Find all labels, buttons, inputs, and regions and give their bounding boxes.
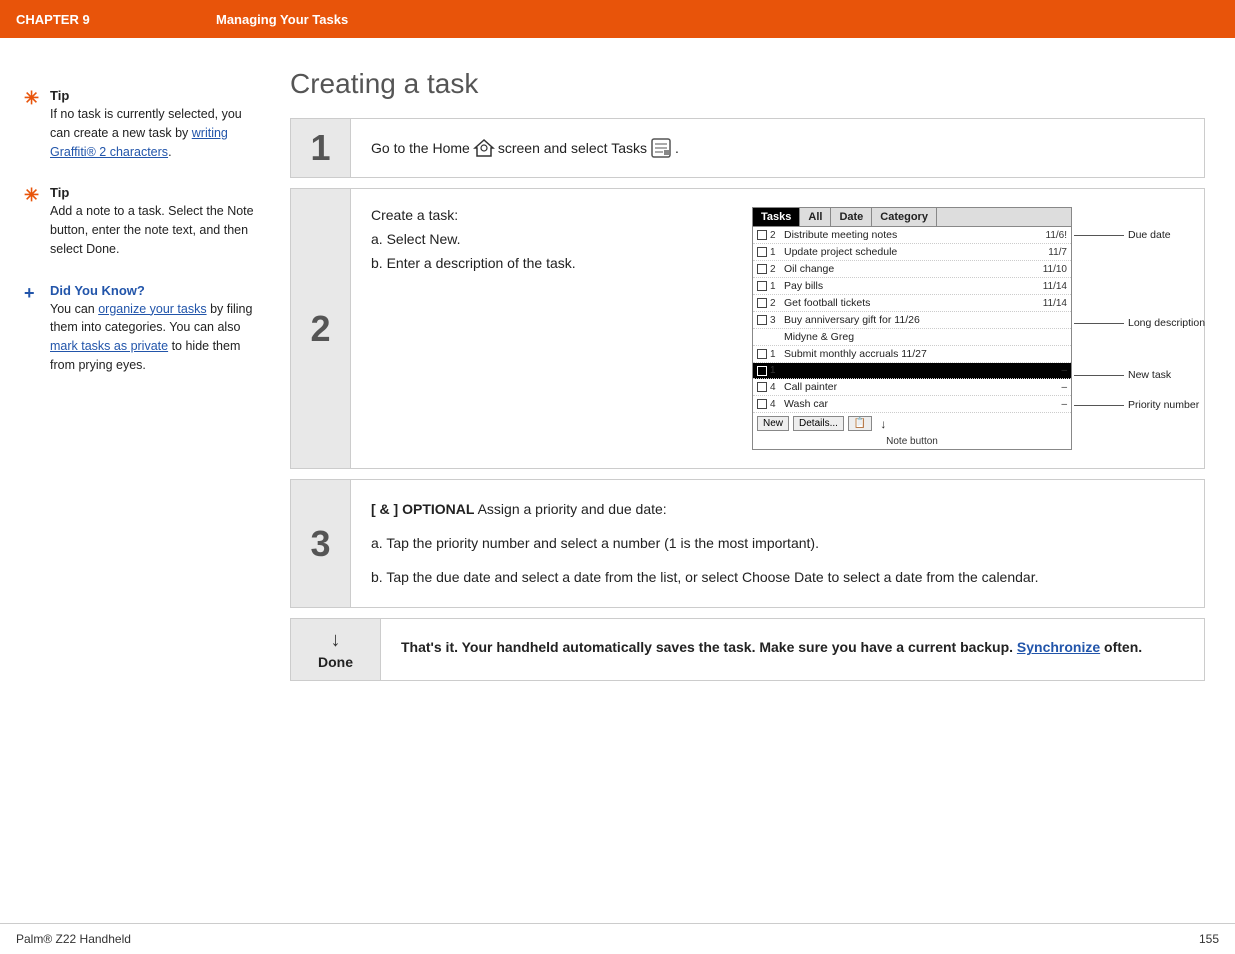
footer-bar: Palm® Z22 Handheld 155 — [0, 923, 1235, 954]
task-row-8-new: 1 – — [753, 363, 1071, 379]
task-row-1: 2 Distribute meeting notes 11/6! — [753, 227, 1071, 244]
synchronize-link[interactable]: Synchronize — [1017, 639, 1100, 655]
task-checkbox-5[interactable] — [757, 298, 767, 308]
task-row-9: 4 Call painter – — [753, 379, 1071, 396]
annotations: Due date Long description — [1074, 207, 1184, 450]
header-bar: CHAPTER 9 Managing Your Tasks — [0, 0, 1235, 38]
new-task-button[interactable]: New — [757, 416, 789, 431]
done-content: That's it. Your handheld automatically s… — [381, 619, 1204, 680]
step-2-sub-a: a. Select New. — [371, 231, 728, 247]
content-area: Creating a task 1 Go to the Home screen … — [280, 68, 1235, 681]
task-checkbox-6[interactable] — [757, 315, 767, 325]
step-1-box: 1 Go to the Home screen and select Tasks — [290, 118, 1205, 178]
tasks-tab-date[interactable]: Date — [831, 208, 872, 226]
done-text-label: Done — [318, 654, 353, 670]
task-row-3: 2 Oil change 11/10 — [753, 261, 1071, 278]
tasks-tab-tasks[interactable]: Tasks — [753, 208, 800, 226]
step-2-sub-b: b. Enter a description of the task. — [371, 255, 728, 271]
step-2-instruction: Create a task: — [371, 207, 728, 223]
tip-1-title: Tip — [50, 88, 256, 103]
long-description-annotation: Long description — [1074, 317, 1205, 329]
step-2-content: Create a task: a. Select New. b. Enter a… — [351, 189, 1204, 468]
step-3-sub-b: b. Tap the due date and select a date fr… — [371, 566, 1184, 590]
done-label-cell: ↓ Done — [291, 619, 381, 680]
step-1-content: Go to the Home screen and select Tasks — [351, 119, 1204, 177]
sidebar: ✳ Tip If no task is currently selected, … — [0, 68, 280, 681]
step-1-number: 1 — [291, 119, 351, 177]
step-3-optional: [ & ] OPTIONAL Assign a priority and due… — [371, 498, 1184, 522]
tasks-icon — [650, 137, 672, 159]
task-row-5: 2 Get football tickets 11/14 — [753, 295, 1071, 312]
details-button[interactable]: Details... — [793, 416, 844, 431]
tip-2-block: ✳ Tip Add a note to a task. Select the N… — [24, 185, 256, 258]
step-2-left: Create a task: a. Select New. b. Enter a… — [371, 207, 728, 450]
tip-2-text: Add a note to a task. Select the Note bu… — [50, 202, 256, 258]
task-checkbox-3[interactable] — [757, 264, 767, 274]
done-label: ↓ Done — [318, 629, 353, 670]
step-2-box: 2 Create a task: a. Select New. b. Enter… — [290, 188, 1205, 469]
tasks-tab-category[interactable]: Category — [872, 208, 937, 226]
task-row-6: 3 Buy anniversary gift for 11/26 — [753, 312, 1071, 329]
tasks-mockup: Tasks All Date Category 2 Distribute mee — [752, 207, 1072, 450]
task-row-4: 1 Pay bills 11/14 — [753, 278, 1071, 295]
tip-1-block: ✳ Tip If no task is currently selected, … — [24, 88, 256, 161]
did-you-know-text: You can organize your tasks by filing th… — [50, 300, 256, 375]
task-row-7: 1 Submit monthly accruals 11/27 — [753, 346, 1071, 363]
task-checkbox-10[interactable] — [757, 399, 767, 409]
tip-1-text: If no task is currently selected, you ca… — [50, 105, 256, 161]
footer-page-number: 155 — [1199, 932, 1219, 946]
header-title: Managing Your Tasks — [216, 12, 348, 27]
step-2-right: Tasks All Date Category 2 Distribute mee — [752, 207, 1184, 450]
done-arrow-icon: ↓ — [331, 629, 341, 652]
chapter-label: CHAPTER 9 — [16, 12, 216, 27]
tip-2-title: Tip — [50, 185, 256, 200]
step-3-content: [ & ] OPTIONAL Assign a priority and due… — [351, 480, 1204, 607]
task-checkbox-2[interactable] — [757, 247, 767, 257]
tasks-tab-all[interactable]: All — [800, 208, 831, 226]
task-row-10: 4 Wash car – — [753, 396, 1071, 413]
did-you-know-block: + Did You Know? You can organize your ta… — [24, 283, 256, 375]
mark-tasks-private-link[interactable]: mark tasks as private — [50, 339, 168, 353]
organize-tasks-link[interactable]: organize your tasks — [98, 302, 206, 316]
task-checkbox-1[interactable] — [757, 230, 767, 240]
step-2-number: 2 — [291, 189, 351, 468]
tasks-mockup-footer: New Details... 📋 ↓ — [753, 413, 1071, 434]
step-1-instruction: Go to the Home screen and select Tasks — [371, 137, 1184, 159]
mockup-wrapper: Tasks All Date Category 2 Distribute mee — [752, 207, 1184, 450]
new-task-annotation: New task — [1074, 369, 1171, 381]
tip-1-content: Tip If no task is currently selected, yo… — [50, 88, 256, 161]
tasks-mockup-header: Tasks All Date Category — [753, 208, 1071, 227]
task-row-2: 1 Update project schedule 11/7 — [753, 244, 1071, 261]
task-row-6b: Midyne & Greg — [753, 329, 1071, 346]
plus-icon: + — [24, 283, 42, 304]
done-box: ↓ Done That's it. Your handheld automati… — [290, 618, 1205, 681]
task-checkbox-7[interactable] — [757, 349, 767, 359]
step-3-sub-a: a. Tap the priority number and select a … — [371, 532, 1184, 556]
section-title: Creating a task — [290, 68, 1205, 100]
step-3-number: 3 — [291, 480, 351, 607]
scroll-indicator: ↓ — [880, 417, 886, 431]
asterisk-icon-1: ✳ — [24, 88, 42, 109]
step-3-box: 3 [ & ] OPTIONAL Assign a priority and d… — [290, 479, 1205, 608]
tip-2-content: Tip Add a note to a task. Select the Not… — [50, 185, 256, 258]
note-button[interactable]: 📋 — [848, 416, 872, 431]
priority-number-annotation: Priority number — [1074, 399, 1199, 411]
main-layout: ✳ Tip If no task is currently selected, … — [0, 38, 1235, 711]
home-icon — [473, 138, 495, 158]
note-button-label: Note button — [753, 434, 1071, 449]
task-checkbox-4[interactable] — [757, 281, 767, 291]
did-you-know-title: Did You Know? — [50, 283, 256, 298]
asterisk-icon-2: ✳ — [24, 185, 42, 206]
task-checkbox-9[interactable] — [757, 382, 767, 392]
footer-brand: Palm® Z22 Handheld — [16, 932, 131, 946]
step-2-inner: Create a task: a. Select New. b. Enter a… — [371, 207, 1184, 450]
due-date-annotation: Due date — [1074, 229, 1171, 241]
did-you-know-content: Did You Know? You can organize your task… — [50, 283, 256, 375]
